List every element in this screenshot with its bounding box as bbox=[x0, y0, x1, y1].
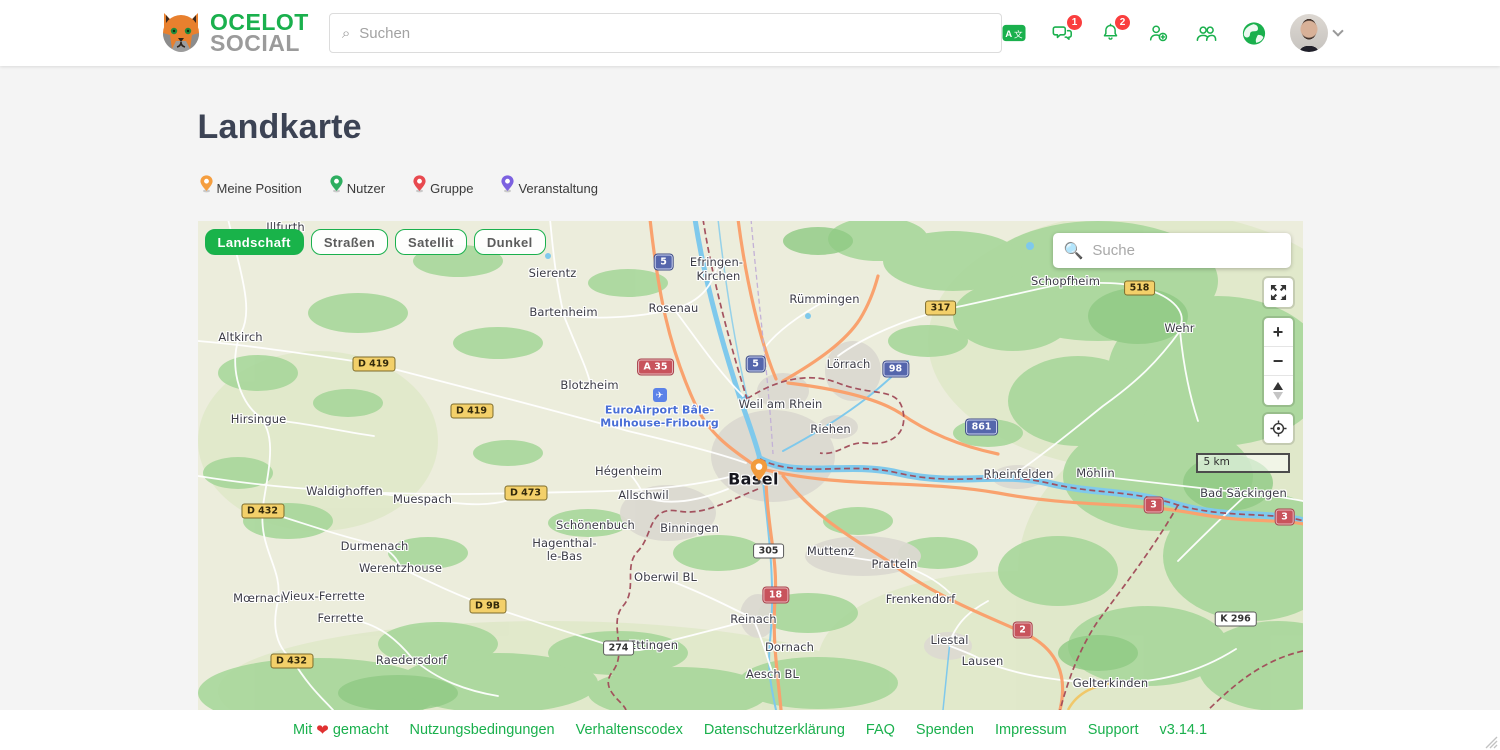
legend-label: Meine Position bbox=[217, 181, 302, 196]
footer-link-privacy[interactable]: Datenschutzerklärung bbox=[704, 722, 845, 738]
logo-line2: SOCIAL bbox=[210, 33, 309, 54]
made-with-suffix: gemacht bbox=[333, 722, 389, 738]
legend-item-users: Nutzer bbox=[328, 171, 385, 196]
footer-link-code-of-conduct[interactable]: Verhaltenscodex bbox=[576, 722, 683, 738]
search-icon: ⌕ bbox=[342, 25, 350, 42]
logo-wordmark: OCELOT SOCIAL bbox=[210, 12, 309, 54]
style-button-dark[interactable]: Dunkel bbox=[474, 229, 546, 255]
my-position-marker[interactable] bbox=[748, 456, 770, 491]
legend-item-event: Veranstaltung bbox=[499, 171, 598, 196]
map-legend: Meine Position Nutzer Gruppe bbox=[198, 168, 1303, 196]
pin-icon-red bbox=[411, 171, 428, 196]
made-with-love[interactable]: Mit ❤ gemacht bbox=[293, 721, 389, 739]
geolocate-icon bbox=[1270, 420, 1287, 437]
map-search-input[interactable] bbox=[1092, 242, 1291, 259]
top-navbar: OCELOT SOCIAL ⌕ A 文 1 bbox=[0, 0, 1500, 66]
footer: Mit ❤ gemacht Nutzungsbedingungen Verhal… bbox=[0, 710, 1500, 750]
translate-icon[interactable]: A 文 bbox=[1002, 21, 1026, 45]
global-search: ⌕ bbox=[329, 13, 1002, 53]
map-scale: 5 km bbox=[1196, 453, 1290, 473]
avatar[interactable] bbox=[1290, 14, 1328, 52]
notification-badge: 2 bbox=[1115, 15, 1130, 30]
ocelot-cat-icon bbox=[158, 11, 204, 55]
pin-icon-green bbox=[328, 171, 345, 196]
map-style-switcher: Landschaft Straßen Satellit Dunkel bbox=[205, 229, 546, 255]
compass-button[interactable] bbox=[1264, 376, 1293, 405]
page-title: Landkarte bbox=[198, 108, 1303, 146]
fullscreen-icon bbox=[1270, 284, 1287, 301]
legend-label: Veranstaltung bbox=[518, 181, 598, 196]
compass-icon bbox=[1273, 382, 1283, 400]
zoom-controls: + − bbox=[1264, 318, 1293, 405]
footer-link-support[interactable]: Support bbox=[1088, 722, 1139, 738]
pin-icon-purple bbox=[499, 171, 516, 196]
ocelot-logo[interactable]: OCELOT SOCIAL bbox=[158, 11, 309, 55]
zoom-in-button[interactable]: + bbox=[1264, 318, 1293, 347]
footer-link-imprint[interactable]: Impressum bbox=[995, 722, 1067, 738]
style-button-satellite[interactable]: Satellit bbox=[395, 229, 467, 255]
chevron-down-icon bbox=[1332, 25, 1343, 36]
pin-icon-orange bbox=[198, 171, 215, 196]
made-with-prefix: Mit bbox=[293, 722, 312, 738]
map-container[interactable]: ✈ IllfurthSierentzBartenheimRosenauEfrin… bbox=[198, 221, 1303, 710]
zoom-out-button[interactable]: − bbox=[1264, 347, 1293, 376]
legend-label: Gruppe bbox=[430, 181, 473, 196]
chat-badge: 1 bbox=[1067, 15, 1082, 30]
style-button-streets[interactable]: Straßen bbox=[311, 229, 388, 255]
chat-icon[interactable]: 1 bbox=[1050, 21, 1074, 45]
style-button-landscape[interactable]: Landschaft bbox=[205, 229, 304, 255]
map-search-icon: 🔍 bbox=[1064, 241, 1084, 261]
map-page: Landkarte Meine Position Nutzer bbox=[198, 66, 1303, 710]
version-label: v3.14.1 bbox=[1159, 722, 1207, 738]
geolocate-button[interactable] bbox=[1264, 414, 1293, 443]
legend-label: Nutzer bbox=[347, 181, 385, 196]
legend-item-my-position: Meine Position bbox=[198, 171, 302, 196]
groups-icon[interactable] bbox=[1194, 21, 1218, 45]
map-search: 🔍 bbox=[1053, 233, 1291, 268]
heart-icon: ❤ bbox=[316, 721, 329, 739]
language-globe-icon[interactable] bbox=[1242, 21, 1266, 45]
search-input[interactable] bbox=[359, 25, 989, 42]
notification-bell-icon[interactable]: 2 bbox=[1098, 21, 1122, 45]
svg-text:文: 文 bbox=[1014, 28, 1023, 40]
svg-text:A: A bbox=[1005, 29, 1012, 40]
add-user-icon[interactable] bbox=[1146, 21, 1170, 45]
footer-link-donate[interactable]: Spenden bbox=[916, 722, 974, 738]
resize-grip-icon bbox=[1484, 733, 1498, 749]
legend-item-group: Gruppe bbox=[411, 171, 473, 196]
footer-link-terms[interactable]: Nutzungsbedingungen bbox=[409, 722, 554, 738]
footer-link-faq[interactable]: FAQ bbox=[866, 722, 895, 738]
profile-menu[interactable] bbox=[1290, 14, 1342, 52]
fullscreen-button[interactable] bbox=[1264, 278, 1293, 307]
